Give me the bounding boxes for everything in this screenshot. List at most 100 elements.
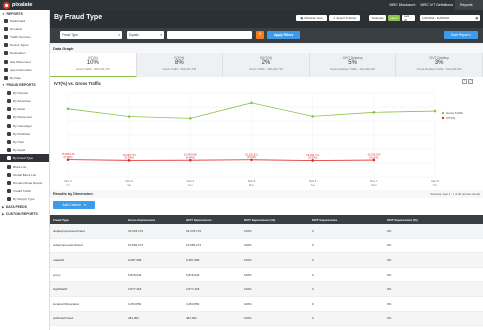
fullscreen-icon[interactable]: ⤢ [468,79,473,84]
x-tick-label: Nov 4 [187,179,195,183]
table-cell: 100% [244,272,252,277]
sidebar-item-invalid-traffic[interactable]: Invalid Traffic [0,187,49,195]
metric-tile[interactable]: GIVT Desktop 5% Gross Desktop Traffic : 16… [310,53,397,77]
table-cell: 0% [387,316,392,321]
column-header[interactable]: SIVT Impressions (%) [387,218,483,222]
sidebar-item-block-list[interactable]: Block List [0,162,49,170]
sidebar-item-destination[interactable]: Destination [0,49,49,57]
reports-menu[interactable]: Reports [455,0,483,10]
sidebar-item-by-hour[interactable]: By Hour [0,138,49,146]
add-column-button[interactable]: Add Column ▾ [53,201,95,209]
table-row[interactable]: masksiff 9,287,998 9,287,998 100% 0 0% [50,253,483,268]
sidebar-item-app-information[interactable]: App Information [0,66,49,74]
export-excel-button[interactable]: ⇩ Export To Excel [329,15,360,21]
sidebar-item-label: Device Types [10,43,29,48]
save-report-button[interactable]: Save Report ▾ [444,31,478,39]
sidebar-item-device-types[interactable]: Device Types [0,41,49,49]
add-filter-button[interactable]: + [256,31,264,39]
yesterday-button[interactable]: Yesterday [369,15,386,21]
sidebar-item-by-date[interactable]: By Date [0,74,49,82]
column-header[interactable]: Gross Impressions [128,218,186,222]
sidebar-item-by-fraud-type[interactable]: By Fraud Type [0,154,49,163]
column-header[interactable]: GIVT Impressions [186,218,244,222]
sidebar-item-by-domain[interactable]: By Domain [0,89,49,97]
metric-tile[interactable]: SIVT(%) 2% Gross Traffic : 306,234,733 [223,53,310,77]
menu-item-icon [7,115,11,120]
chart-type-icon[interactable]: ⌇ [462,79,467,84]
table-row[interactable]: locationObfuscation 3,453,852 3,453,852 100… [50,297,483,312]
legend-label: Gross Traffic [446,111,463,115]
apply-filters-button[interactable]: Apply Filters [267,31,300,39]
pixalate-logo-icon [3,1,10,9]
menu-item-icon [4,51,8,56]
table-cell: 0% [387,243,392,248]
sidebar-item-by-appid[interactable]: By Appid [0,146,49,154]
filter-bar: Fraud Type ▾ Equals ▾ + Apply Filters Save… [50,28,483,43]
table-row[interactable]: proxy 5,818,944 5,818,944 100% 0 0% [50,268,483,283]
sidebar-item-domain-mode-report[interactable]: Domain Mode Report [0,179,49,187]
fraud-reports-section[interactable]: ▼ FRAUD REPORTS [0,82,49,89]
date-range-picker[interactable]: 11/2/2018 - 11/8/2018 ▦ [420,15,480,21]
sidebar-item-dashboard[interactable]: Dashboard [0,17,49,25]
sidebar-item-global-block-list[interactable]: Global Block List [0,171,49,179]
column-header[interactable]: SIVT Impressions [312,218,387,222]
filter-value-input[interactable] [167,31,252,39]
menu-item-icon [7,107,11,112]
table-row[interactable]: videoImpressionFraud 10,584,274 10,584,274… [50,239,483,254]
menu-item-icon [7,90,11,95]
sidebar-item-by-supply-type[interactable]: By Supply Type [0,195,49,203]
data-feeds-section[interactable]: ▶ DATA FEEDS [0,203,49,210]
table-cell: 0% [387,287,392,292]
filter-field-select[interactable]: Fraud Type ▾ [60,31,122,39]
reports-section[interactable]: ▼ REPORTS [0,10,49,17]
download-icon: ⇩ [333,16,336,20]
data-label: (9.75%) [63,155,72,159]
last-7-button[interactable]: Last 7 [388,15,400,21]
metric-subtext: Gross Traffic : 306,234,733 [249,67,283,71]
schedule-view-button[interactable]: ▦ Schedule View [296,15,327,21]
sidebar-item-by-campaign[interactable]: By Campaign [0,122,49,130]
table-cell: 3,577,418 [128,287,142,292]
sidebar: ▼ REPORTS Dashboard Domains Traffic Sources… [0,10,50,330]
sidebar-item-by-placement[interactable]: By Placement [0,113,49,121]
results-title: Results by Dimension [53,192,93,196]
sidebar-item-by-publisher[interactable]: By Publisher [0,130,49,138]
sidebar-item-site-placement[interactable]: Site Placement [0,57,49,65]
table-cell: videoImpressionFraud [53,243,83,248]
sidebar-item-label: Domain Mode Report [13,180,43,185]
table-cell: 481,002 [186,316,197,321]
mrc-disclosure-link[interactable]: MRC Disclosure [390,3,416,7]
table-cell: 100% [244,228,252,233]
table-row[interactable]: highRiskIP 3,577,418 3,577,418 100% 0 0% [50,282,483,297]
data-graph-title: Data Graph [50,45,483,53]
table-row[interactable]: displayImpressionFraud 33,078,176 33,078,1… [50,224,483,239]
column-header[interactable]: GIVT Impressions (%) [244,218,312,222]
metric-value: 2% [261,60,271,66]
plus-icon: + [258,32,262,38]
last-30-button[interactable]: Last 30 [402,14,415,22]
mrc-ivt-definitions-link[interactable]: MRC IVT Definitions [421,3,454,7]
sidebar-item-by-advertiser[interactable]: By Advertiser [0,97,49,105]
sidebar-item-domains[interactable]: Domains [0,25,49,33]
x-tick-sublabel: Sat [127,183,131,187]
data-label: (9.71%) [247,155,256,159]
metric-tile[interactable]: IVT(%) 10% Gross Traffic : 306,234,733 [50,53,137,77]
table-cell: 3,577,418 [186,287,200,292]
caret-right-icon: ▶ [2,204,5,209]
legend-label: IVT(%) [446,116,455,120]
metric-tile[interactable]: SIVT Desktop 3% Gross Desktop Traffic : 16… [396,53,483,77]
sidebar-item-label: App Information [10,67,32,72]
sidebar-item-label: Destination [10,51,26,56]
metric-tile[interactable]: IVT(%) 8% Gross Traffic : 306,234,733 [137,53,224,77]
menu-item-icon [7,164,11,169]
sidebar-item-traffic-sources[interactable]: Traffic Sources [0,33,49,41]
data-label: (9.30%) [308,156,317,160]
x-tick-sublabel: Wed [371,183,377,187]
column-header[interactable]: Fraud Type [50,218,128,222]
custom-reports-section[interactable]: ▶ CUSTOM REPORTS [0,210,49,217]
filter-operator-select[interactable]: Equals ▾ [127,31,164,39]
sidebar-item-label: Invalid Traffic [13,189,32,194]
table-row[interactable]: publisherFraud 481,002 481,002 100% 0 0% [50,311,483,327]
sidebar-item-by-seller[interactable]: By Seller [0,105,49,113]
logo[interactable]: pixalate [0,1,50,9]
